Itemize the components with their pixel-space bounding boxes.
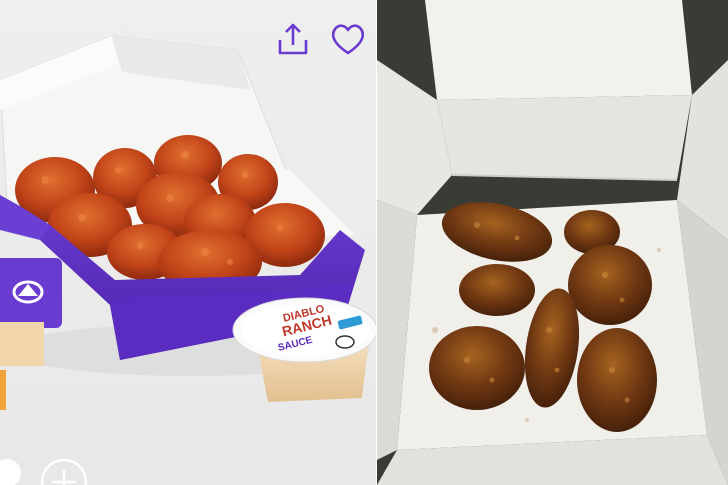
- quantity-badge: [0, 458, 22, 485]
- heart-icon[interactable]: [329, 20, 367, 58]
- actual-product-photo: [377, 0, 728, 485]
- advertised-product-photo: DIABLO RANCH SAUCE: [0, 0, 376, 485]
- plus-icon[interactable]: [40, 458, 88, 485]
- diablo-ranch-sauce-cup: DIABLO RANCH SAUCE: [232, 297, 376, 402]
- share-icon[interactable]: [274, 20, 312, 58]
- actual-nuggets-box: [377, 0, 728, 485]
- nuggets-box-illustration: DIABLO RANCH SAUCE: [0, 35, 376, 410]
